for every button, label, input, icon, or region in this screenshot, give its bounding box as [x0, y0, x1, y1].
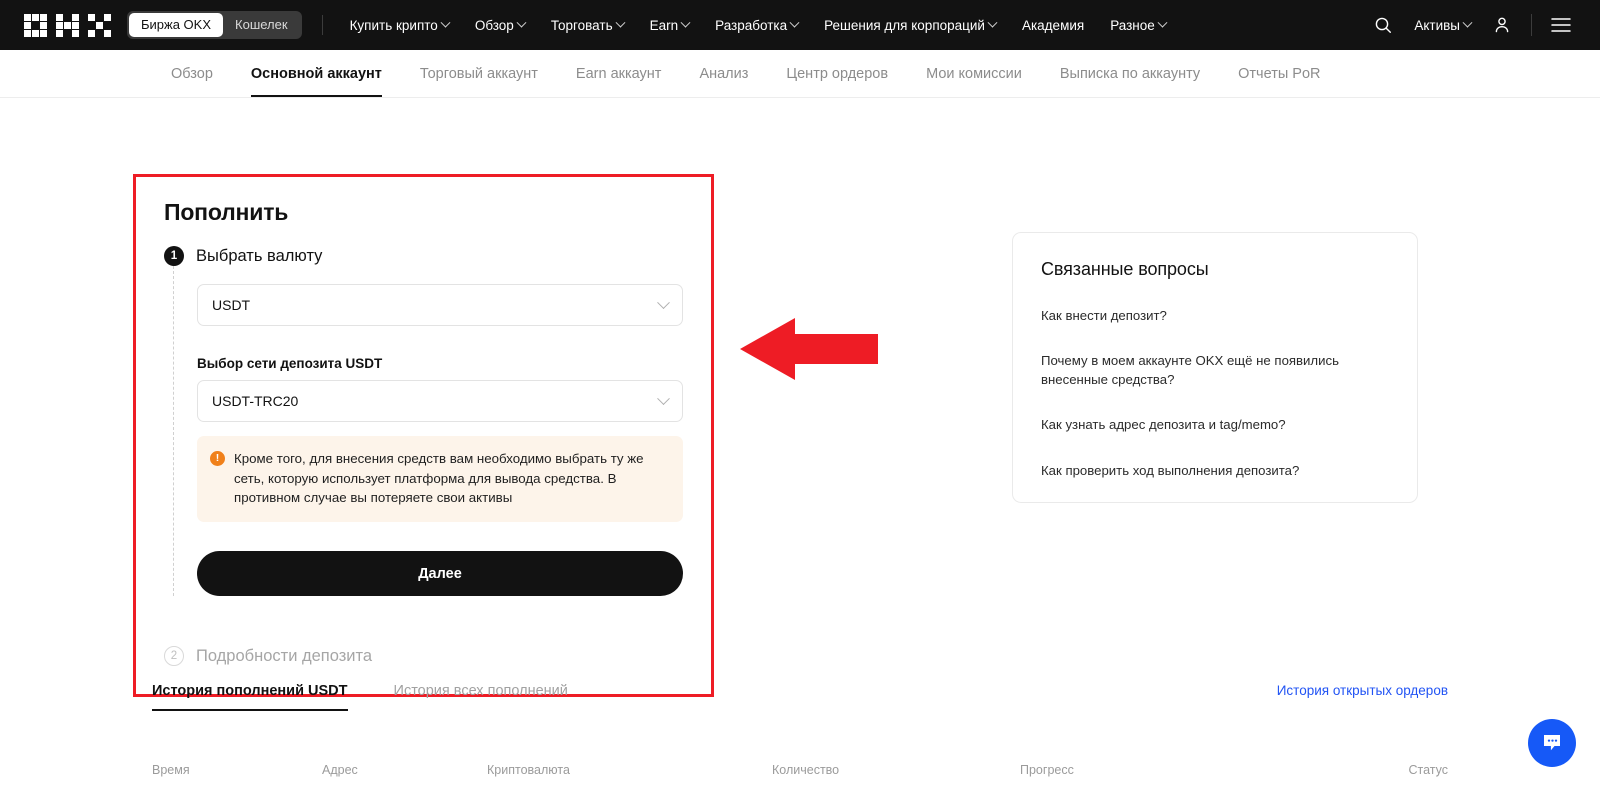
history-tabs: История пополнений USDT История всех поп… [152, 683, 1448, 711]
chevron-down-icon [987, 17, 998, 28]
chat-support-button[interactable] [1528, 719, 1576, 767]
deposit-card-highlight: Пополнить 1 Выбрать валюту USDT Выбор се… [133, 174, 714, 697]
nav-item-institutional[interactable]: Решения для корпораций [811, 17, 1009, 33]
chevron-down-icon [680, 17, 691, 28]
column-header-status: Статус [1408, 763, 1448, 777]
nav-item-label: Разное [1110, 17, 1155, 33]
column-header-crypto: Криптовалюта [487, 763, 570, 777]
nav-item-trade[interactable]: Торговать [538, 17, 637, 33]
platform-switch-exchange[interactable]: Биржа OKX [129, 13, 224, 37]
network-field: USDT-TRC20 [197, 380, 683, 422]
nav-item-overview[interactable]: Обзор [462, 17, 538, 33]
chevron-down-icon [657, 391, 670, 405]
subnav-item-account-statement[interactable]: Выписка по аккаунту [1041, 50, 1219, 97]
subnav-item-analysis[interactable]: Анализ [680, 50, 767, 97]
chevron-down-icon [440, 17, 451, 28]
subnav-item-earn-account[interactable]: Earn аккаунт [557, 50, 681, 97]
nav-right-cluster: Активы [1366, 8, 1578, 42]
open-orders-history-link[interactable]: История открытых ордеров [1277, 683, 1448, 698]
deposit-history-section: История пополнений USDT История всех поп… [152, 683, 1448, 777]
nav-item-label: Академия [1021, 17, 1085, 33]
okx-logo-grid [24, 13, 111, 37]
network-warning-text: Кроме того, для внесения средств вам нео… [234, 451, 644, 506]
nav-item-label: Разработка [715, 17, 788, 33]
page-body: Пополнить 1 Выбрать валюту USDT Выбор се… [0, 98, 1600, 789]
column-header-time: Время [152, 763, 190, 777]
annotation-arrow-left-icon [740, 313, 880, 388]
subnav-item-funding-account[interactable]: Основной аккаунт [232, 50, 401, 97]
network-field-label: Выбор сети депозита USDT [197, 356, 383, 371]
subnav-item-my-fees[interactable]: Мои комиссии [907, 50, 1041, 97]
column-header-progress: Прогресс [1020, 763, 1074, 777]
chevron-down-icon [657, 295, 670, 309]
okx-logo[interactable] [24, 13, 111, 37]
currency-field: USDT [197, 284, 683, 326]
related-questions-title: Связанные вопросы [1041, 259, 1209, 279]
nav-item-buy-crypto[interactable]: Купить крипто [337, 17, 462, 33]
search-icon[interactable] [1366, 8, 1400, 42]
tab-all-deposit-history[interactable]: История всех пополнений [394, 683, 568, 711]
platform-switch-wallet[interactable]: Кошелек [223, 13, 300, 37]
step-2-badge: 2 [164, 646, 184, 667]
nav-item-label: Активы [1414, 17, 1460, 33]
deposit-card: Пополнить 1 Выбрать валюту USDT Выбор се… [136, 177, 711, 692]
nav-item-label: Купить крипто [349, 17, 438, 33]
column-header-address: Адрес [322, 763, 358, 777]
platform-switch[interactable]: Биржа OKX Кошелек [127, 11, 302, 39]
faq-item-check-progress[interactable]: Как проверить ход выполнения депозита? [1041, 461, 1389, 480]
step-1-header: 1 Выбрать валюту [164, 246, 683, 266]
subnav-item-order-center[interactable]: Центр ордеров [767, 50, 907, 97]
faq-item-find-address-tag[interactable]: Как узнать адрес депозита и tag/memo? [1041, 415, 1389, 434]
subnav-item-trading-account[interactable]: Торговый аккаунт [401, 50, 557, 97]
chevron-down-icon [615, 17, 626, 28]
step-1-body: USDT Выбор сети депозита USDT USDT-TRC20… [173, 266, 683, 597]
account-sub-navigation: Обзор Основной аккаунт Торговый аккаунт … [0, 50, 1600, 98]
warning-icon: ! [210, 451, 225, 466]
related-questions-panel: Связанные вопросы Как внести депозит? По… [1012, 232, 1418, 503]
step-2-label: Подробности депозита [196, 646, 373, 665]
faq-item-how-to-deposit[interactable]: Как внести депозит? [1041, 306, 1389, 325]
user-icon[interactable] [1485, 8, 1519, 42]
page-title: Пополнить [164, 199, 289, 225]
faq-item-funds-not-credited[interactable]: Почему в моем аккаунте OKX ещё не появил… [1041, 351, 1389, 389]
currency-select-value: USDT [212, 297, 251, 313]
nav-item-label: Earn [649, 17, 679, 33]
chevron-down-icon [516, 17, 527, 28]
tab-usdt-deposit-history[interactable]: История пополнений USDT [152, 683, 348, 711]
currency-select[interactable]: USDT [197, 284, 683, 326]
nav-item-build[interactable]: Разработка [702, 17, 811, 33]
subnav-item-overview[interactable]: Обзор [152, 50, 232, 97]
nav-item-label: Решения для корпораций [824, 17, 985, 33]
nav-divider [1531, 14, 1532, 36]
chevron-down-icon [789, 17, 800, 28]
subnav-item-por-reports[interactable]: Отчеты PoR [1219, 50, 1339, 97]
hamburger-icon[interactable] [1544, 8, 1578, 42]
main-nav-links: Купить крипто Обзор Торговать Earn Разра… [337, 17, 1367, 33]
nav-item-label: Торговать [550, 17, 613, 33]
step-1-label: Выбрать валюту [196, 246, 323, 265]
column-header-amount: Количество [772, 763, 840, 777]
chat-bubble-icon [1544, 735, 1560, 751]
nav-item-label: Обзор [474, 17, 514, 33]
nav-item-earn[interactable]: Earn [637, 17, 703, 33]
continue-button[interactable]: Далее [197, 551, 683, 597]
nav-item-more[interactable]: Разное [1097, 17, 1179, 33]
history-table-header: Время Адрес Криптовалюта Количество Прог… [152, 763, 1448, 777]
step-1-badge: 1 [164, 246, 184, 266]
chevron-down-icon [1462, 17, 1473, 28]
network-select-value: USDT-TRC20 [212, 393, 299, 409]
nav-item-assets[interactable]: Активы [1404, 17, 1481, 33]
nav-item-academy[interactable]: Академия [1009, 18, 1097, 33]
network-select[interactable]: USDT-TRC20 [197, 380, 683, 422]
network-warning-banner: ! Кроме того, для внесения средств вам н… [197, 436, 683, 523]
nav-divider [321, 15, 323, 35]
chevron-down-icon [1157, 17, 1168, 28]
top-navigation-bar: Биржа OKX Кошелек Купить крипто Обзор То… [0, 0, 1600, 50]
